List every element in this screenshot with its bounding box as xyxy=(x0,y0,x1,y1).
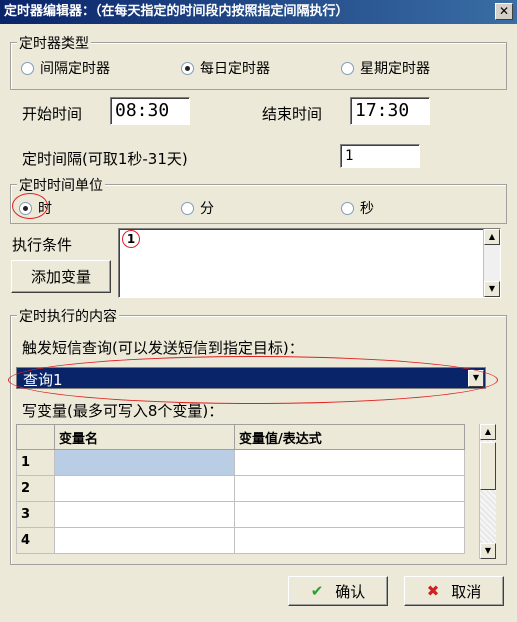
radio-label: 每日定时器 xyxy=(200,61,270,77)
scroll-up-icon[interactable]: ▲ xyxy=(484,229,500,245)
cell-var-name[interactable] xyxy=(54,475,235,502)
table-scrollbar[interactable]: ▲ ▼ xyxy=(479,424,496,559)
cell-var-expr[interactable] xyxy=(234,501,465,528)
radio-label: 分 xyxy=(200,201,214,217)
radio-interval-timer[interactable]: 间隔定时器 xyxy=(21,58,110,78)
radio-daily-timer[interactable]: 每日定时器 xyxy=(181,58,270,78)
unit-title: 定时时间单位 xyxy=(17,175,105,195)
end-time-label: 结束时间 xyxy=(262,105,323,123)
cell-var-name[interactable] xyxy=(54,527,235,554)
timer-type-group: 定时器类型 间隔定时器 每日定时器 星期定时器 xyxy=(10,33,507,90)
scroll-down-icon[interactable]: ▼ xyxy=(480,543,496,559)
close-button[interactable]: ✕ xyxy=(495,3,513,20)
cell-var-expr[interactable] xyxy=(234,475,465,502)
annotation-marker-1: 1 xyxy=(122,230,140,248)
annotation-ellipse-hour xyxy=(12,193,48,219)
radio-weekly-timer[interactable]: 星期定时器 xyxy=(341,58,430,78)
table-row: 2 xyxy=(16,475,465,502)
table-row: 4 xyxy=(16,527,465,554)
radio-icon xyxy=(341,201,354,215)
radio-unit-minute[interactable]: 分 xyxy=(181,198,214,218)
add-variable-button[interactable]: 添加变量 xyxy=(11,260,111,293)
trigger-label: 触发短信查询(可以发送短信到指定目标)： xyxy=(22,339,304,357)
content-title: 定时执行的内容 xyxy=(17,306,119,326)
check-icon: ✔ xyxy=(310,582,324,600)
row-index: 4 xyxy=(16,527,55,554)
interval-label: 定时间隔(可取1秒-31天) xyxy=(22,150,188,168)
row-index: 3 xyxy=(16,501,55,528)
radio-label: 星期定时器 xyxy=(360,61,430,77)
radio-icon xyxy=(181,201,194,215)
cross-icon: ✖ xyxy=(426,582,440,600)
interval-input[interactable]: 1 xyxy=(340,144,420,168)
unit-group: 定时时间单位 时 分 秒 xyxy=(10,175,507,224)
scroll-thumb[interactable] xyxy=(480,442,496,490)
timer-type-title: 定时器类型 xyxy=(17,33,91,53)
cell-var-expr[interactable] xyxy=(234,449,465,476)
window-title-bar: 定时器编辑器：（在每天指定的时间段内按照指定间隔执行） ✕ xyxy=(0,0,517,24)
radio-icon xyxy=(21,61,34,75)
ok-button[interactable]: ✔ 确认 xyxy=(288,576,388,606)
radio-unit-second[interactable]: 秒 xyxy=(341,198,374,218)
condition-textarea[interactable] xyxy=(118,228,501,298)
scroll-down-icon[interactable]: ▼ xyxy=(484,281,500,297)
end-time-input[interactable]: 17:30 xyxy=(350,97,430,125)
radio-label: 间隔定时器 xyxy=(40,61,110,77)
scroll-up-icon[interactable]: ▲ xyxy=(480,424,496,440)
cell-var-name[interactable] xyxy=(54,449,235,476)
ok-label: 确认 xyxy=(335,582,366,601)
start-time-input[interactable]: 08:30 xyxy=(110,97,190,125)
write-vars-label: 写变量(最多可写入8个变量)： xyxy=(22,402,224,420)
radio-label: 秒 xyxy=(360,201,374,217)
variables-table: 变量名 变量值/表达式 1 2 3 4 xyxy=(16,424,465,554)
row-index: 1 xyxy=(16,449,55,476)
radio-icon xyxy=(341,61,354,75)
window-title: 定时器编辑器：（在每天指定的时间段内按照指定间隔执行） xyxy=(4,4,349,19)
cell-var-name[interactable] xyxy=(54,501,235,528)
row-index: 2 xyxy=(16,475,55,502)
annotation-ellipse-dropdown xyxy=(8,356,498,404)
cell-var-expr[interactable] xyxy=(234,527,465,554)
column-header-name[interactable]: 变量名 xyxy=(54,424,235,450)
radio-checked-icon xyxy=(181,61,194,75)
condition-label: 执行条件 xyxy=(12,236,73,254)
table-header-row: 变量名 变量值/表达式 xyxy=(16,424,465,450)
cancel-button[interactable]: ✖ 取消 xyxy=(404,576,504,606)
column-header-expr[interactable]: 变量值/表达式 xyxy=(234,424,465,450)
column-header-index xyxy=(16,424,55,450)
cancel-label: 取消 xyxy=(451,582,482,601)
start-time-label: 开始时间 xyxy=(22,105,83,123)
condition-scrollbar[interactable]: ▲ ▼ xyxy=(483,229,500,297)
table-row: 3 xyxy=(16,501,465,528)
table-row: 1 xyxy=(16,449,465,476)
